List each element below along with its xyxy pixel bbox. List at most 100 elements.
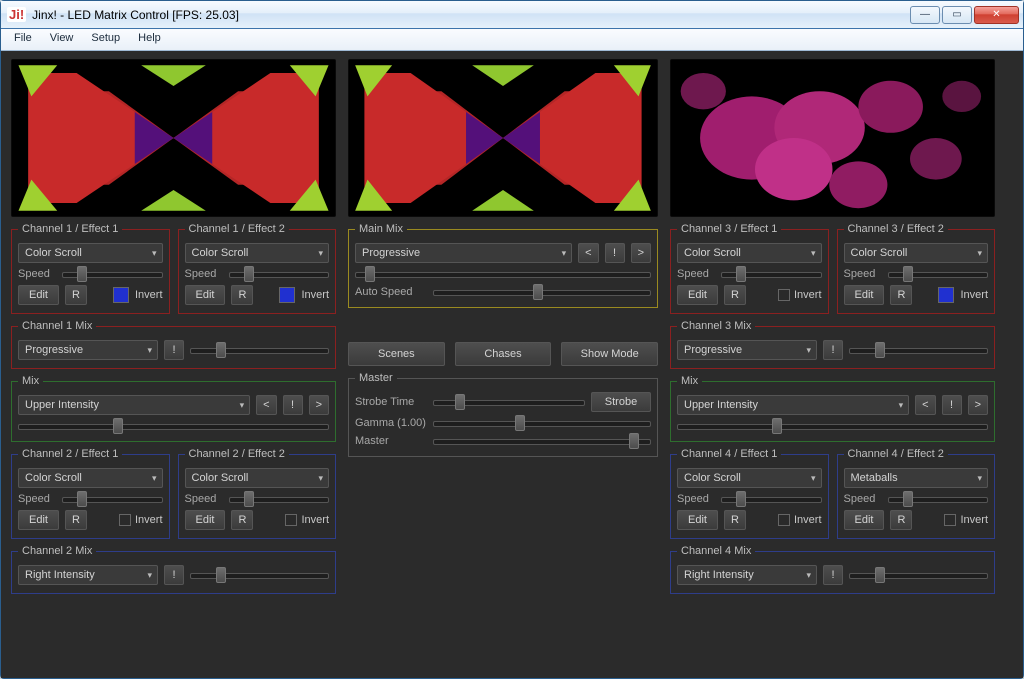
edit-button[interactable]: Edit — [18, 285, 59, 305]
invert-checkbox[interactable] — [285, 514, 297, 526]
effect-select[interactable]: Color Scroll — [18, 468, 163, 488]
invert-label: Invert — [135, 514, 163, 526]
speed-slider[interactable] — [229, 267, 330, 281]
reset-button[interactable]: R — [65, 510, 87, 530]
master-slider[interactable] — [433, 434, 651, 448]
legend: Channel 2 Mix — [18, 545, 96, 557]
speed-slider[interactable] — [229, 492, 330, 506]
mix-slider[interactable] — [849, 343, 988, 357]
reset-button[interactable]: R — [724, 510, 746, 530]
edit-button[interactable]: Edit — [18, 510, 59, 530]
mix-slider[interactable] — [18, 419, 329, 433]
mix-slider[interactable] — [677, 419, 988, 433]
edit-button[interactable]: Edit — [185, 285, 226, 305]
edit-button[interactable]: Edit — [185, 510, 226, 530]
chases-button[interactable]: Chases — [455, 342, 552, 366]
reset-button[interactable]: R — [65, 285, 87, 305]
prev-button[interactable]: < — [256, 395, 276, 415]
auto-speed-slider[interactable] — [433, 285, 651, 299]
maximize-button[interactable]: ▭ — [942, 6, 972, 24]
menu-help[interactable]: Help — [129, 29, 170, 50]
info-button[interactable]: ! — [942, 395, 962, 415]
group-ch2-eff1: Channel 2 / Effect 1 Color Scroll Speed … — [11, 448, 170, 539]
effect-select[interactable]: Color Scroll — [844, 243, 989, 263]
legend: Channel 3 Mix — [677, 320, 755, 332]
next-button[interactable]: > — [309, 395, 329, 415]
main-mix-slider[interactable] — [355, 267, 651, 281]
strobe-button[interactable]: Strobe — [591, 392, 651, 412]
close-button[interactable]: ✕ — [974, 6, 1019, 24]
main-mix-select[interactable]: Progressive — [355, 243, 572, 263]
effect-select[interactable]: Color Scroll — [185, 243, 330, 263]
scenes-button[interactable]: Scenes — [348, 342, 445, 366]
invert-label: Invert — [960, 289, 988, 301]
speed-label: Speed — [844, 268, 882, 280]
info-button[interactable]: ! — [605, 243, 625, 263]
invert-label: Invert — [135, 289, 163, 301]
reset-button[interactable]: R — [231, 510, 253, 530]
invert-checkbox[interactable] — [778, 289, 790, 301]
strobe-time-slider[interactable] — [433, 395, 585, 409]
info-button[interactable]: ! — [283, 395, 303, 415]
legend: Channel 3 / Effect 2 — [844, 223, 948, 235]
mix-select[interactable]: Right Intensity — [677, 565, 817, 585]
edit-button[interactable]: Edit — [677, 285, 718, 305]
reset-button[interactable]: R — [890, 510, 912, 530]
speed-slider[interactable] — [62, 267, 163, 281]
reset-button[interactable]: R — [890, 285, 912, 305]
reset-button[interactable]: R — [724, 285, 746, 305]
speed-label: Speed — [18, 268, 56, 280]
menu-setup[interactable]: Setup — [82, 29, 129, 50]
minimize-button[interactable]: — — [910, 6, 940, 24]
mix-mode-select[interactable]: Upper Intensity — [18, 395, 250, 415]
legend: Channel 3 / Effect 1 — [677, 223, 781, 235]
info-button[interactable]: ! — [823, 565, 843, 585]
mix-select[interactable]: Progressive — [677, 340, 817, 360]
legend: Channel 4 / Effect 2 — [844, 448, 948, 460]
invert-checkbox[interactable] — [944, 514, 956, 526]
titlebar[interactable]: Ji! Jinx! - LED Matrix Control [FPS: 25.… — [1, 1, 1023, 29]
group-ch4-eff1: Channel 4 / Effect 1 Color Scroll Speed … — [670, 448, 829, 539]
effect-select[interactable]: Color Scroll — [677, 468, 822, 488]
show-mode-button[interactable]: Show Mode — [561, 342, 658, 366]
edit-button[interactable]: Edit — [844, 285, 885, 305]
next-button[interactable]: > — [631, 243, 651, 263]
effect-select[interactable]: Metaballs — [844, 468, 989, 488]
speed-slider[interactable] — [721, 267, 822, 281]
effect-select[interactable]: Color Scroll — [185, 468, 330, 488]
menu-view[interactable]: View — [41, 29, 83, 50]
speed-label: Speed — [677, 268, 715, 280]
color-swatch[interactable] — [113, 287, 129, 303]
invert-checkbox[interactable] — [119, 514, 131, 526]
color-swatch[interactable] — [938, 287, 954, 303]
color-swatch[interactable] — [279, 287, 295, 303]
menu-file[interactable]: File — [5, 29, 41, 50]
effect-select[interactable]: Color Scroll — [18, 243, 163, 263]
prev-button[interactable]: < — [915, 395, 935, 415]
speed-slider[interactable] — [721, 492, 822, 506]
gamma-slider[interactable] — [433, 416, 651, 430]
speed-slider[interactable] — [888, 267, 989, 281]
app-logo: Ji! — [7, 7, 26, 22]
mix-slider[interactable] — [849, 568, 988, 582]
info-button[interactable]: ! — [823, 340, 843, 360]
info-button[interactable]: ! — [164, 565, 184, 585]
invert-checkbox[interactable] — [778, 514, 790, 526]
speed-slider[interactable] — [888, 492, 989, 506]
effect-select[interactable]: Color Scroll — [677, 243, 822, 263]
info-button[interactable]: ! — [164, 340, 184, 360]
reset-button[interactable]: R — [231, 285, 253, 305]
mix-slider[interactable] — [190, 343, 329, 357]
edit-button[interactable]: Edit — [844, 510, 885, 530]
edit-button[interactable]: Edit — [677, 510, 718, 530]
center-column: Main Mix Progressive < ! > Auto Speed Sc… — [348, 59, 658, 668]
speed-slider[interactable] — [62, 492, 163, 506]
group-ch1-mix: Channel 1 Mix Progressive ! — [11, 320, 336, 369]
mix-select[interactable]: Right Intensity — [18, 565, 158, 585]
prev-button[interactable]: < — [578, 243, 598, 263]
mix-mode-select[interactable]: Upper Intensity — [677, 395, 909, 415]
mix-slider[interactable] — [190, 568, 329, 582]
mix-select[interactable]: Progressive — [18, 340, 158, 360]
master-label: Master — [355, 435, 427, 447]
next-button[interactable]: > — [968, 395, 988, 415]
